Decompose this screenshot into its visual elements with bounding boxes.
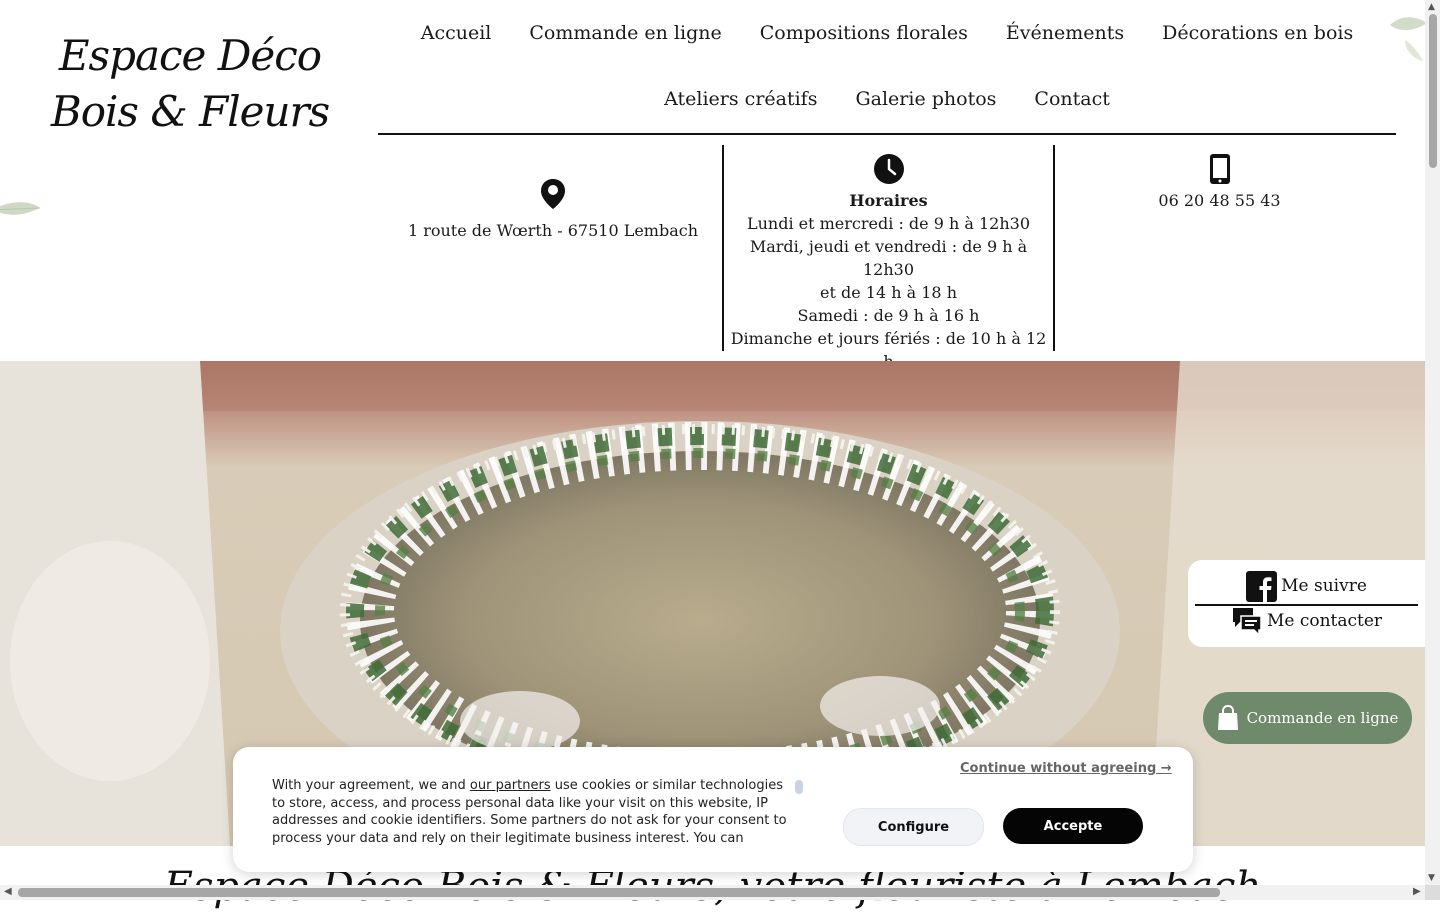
- scroll-right-arrow-icon[interactable]: ▶: [1413, 886, 1421, 897]
- cookie-text: With your agreement, we and our partners…: [272, 777, 792, 845]
- clock-icon: [873, 154, 904, 184]
- address-block: 1 route de Wœrth - 67510 Lembach: [385, 145, 721, 351]
- phone-block: 06 20 48 55 43: [1053, 145, 1386, 351]
- logo-line-1: Espace Déco: [58, 31, 322, 80]
- phone-icon: [1209, 154, 1230, 184]
- logo-line-2: Bois & Fleurs: [50, 87, 330, 136]
- address-text: 1 route de Wœrth - 67510 Lembach: [407, 221, 699, 240]
- nav-item-contact[interactable]: Contact: [1015, 86, 1128, 112]
- online-order-label: Commande en ligne: [1246, 709, 1399, 727]
- nav-item-accueil[interactable]: Accueil: [402, 20, 511, 46]
- contact-link[interactable]: Me contacter: [1188, 605, 1425, 637]
- continue-without-agreeing-link[interactable]: Continue without agreeing →: [960, 761, 1172, 776]
- social-panel: Me suivre Me contacter: [1188, 560, 1425, 647]
- horizontal-scrollbar-thumb[interactable]: [18, 888, 1220, 897]
- nav-item-galerie-photos[interactable]: Galerie photos: [836, 86, 1015, 112]
- scroll-up-arrow-icon[interactable]: ▲: [1428, 2, 1435, 12]
- nav-row-1: Accueil Commande en ligne Compositions f…: [378, 20, 1396, 46]
- map-pin-icon: [541, 179, 565, 209]
- scroll-down-arrow-icon[interactable]: ▼: [1428, 873, 1435, 883]
- follow-label: Me suivre: [1281, 576, 1367, 596]
- nav-item-ateliers-creatifs[interactable]: Ateliers créatifs: [645, 86, 836, 112]
- nav-row-2: Ateliers créatifs Galerie photos Contact: [378, 86, 1396, 112]
- vertical-scrollbar-thumb[interactable]: [1429, 14, 1437, 168]
- hours-line: Mardi, jeudi et vendredi : de 9 h à 12h3…: [749, 237, 1028, 279]
- cookie-text-scrollbar[interactable]: [795, 780, 803, 794]
- contact-label: Me contacter: [1266, 611, 1383, 631]
- hours-line: Lundi et mercredi : de 9 h à 12h30: [746, 214, 1031, 233]
- hours-title: Horaires: [849, 191, 928, 210]
- scroll-left-arrow-icon[interactable]: ◀: [4, 886, 12, 897]
- leaf-decoration-left: [0, 202, 41, 215]
- phone-number[interactable]: 06 20 48 55 43: [1053, 189, 1386, 212]
- nav-item-evenements[interactable]: Événements: [987, 20, 1143, 46]
- site-logo[interactable]: Espace Déco Bois & Fleurs: [40, 28, 340, 140]
- cookie-consent-dialog: With your agreement, we and our partners…: [233, 747, 1193, 872]
- nav-item-decorations-en-bois[interactable]: Décorations en bois: [1143, 20, 1372, 46]
- shopping-bag-icon: [1217, 705, 1238, 730]
- accept-button[interactable]: Accepte: [1003, 808, 1143, 844]
- partners-link[interactable]: our partners: [470, 778, 551, 793]
- follow-link[interactable]: Me suivre: [1188, 570, 1425, 602]
- chat-icon: [1232, 608, 1262, 636]
- hours-line: Samedi : de 9 h à 16 h: [797, 306, 980, 325]
- hours-block: Horaires Lundi et mercredi : de 9 h à 12…: [722, 145, 1055, 371]
- main-navigation: Accueil Commande en ligne Compositions f…: [378, 0, 1396, 135]
- nav-item-compositions-florales[interactable]: Compositions florales: [741, 20, 987, 46]
- cookie-text-part-1: With your agreement, we and: [272, 778, 470, 793]
- facebook-icon: [1246, 570, 1278, 602]
- nav-item-commande-en-ligne[interactable]: Commande en ligne: [510, 20, 740, 46]
- online-order-button[interactable]: Commande en ligne: [1203, 692, 1412, 744]
- configure-button[interactable]: Configure: [843, 808, 984, 846]
- hours-line: et de 14 h à 18 h: [820, 283, 957, 302]
- scrollbar-corner: [1425, 885, 1440, 900]
